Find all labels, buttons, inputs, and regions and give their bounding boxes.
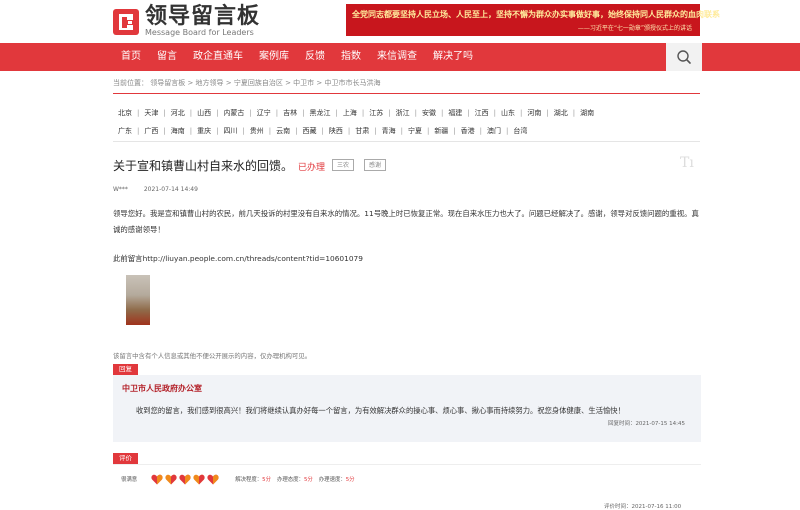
logo-icon [113,8,139,35]
tag-agriculture[interactable]: 三农 [332,159,355,171]
evaluation-time: 评价时间：2021-07-16 11:00 [604,504,682,510]
region-link[interactable]: 澳门 [482,126,506,136]
region-link[interactable]: 海南 [166,126,190,136]
heart-icon [179,474,191,484]
region-link[interactable]: 广西 [139,126,163,136]
region-divider [113,141,700,142]
post-author: W*** [113,186,128,193]
nav-item-home[interactable]: 首页 [113,43,149,71]
nav-item-feedback[interactable]: 反馈 [297,43,333,71]
banner-quote: 全党同志都要坚持人民立场、人民至上，坚持不懈为群众办实事做好事，始终保持同人民群… [352,9,720,19]
region-link[interactable]: 香港 [456,126,480,136]
rating-hearts [151,474,221,485]
heart-icon [207,474,219,484]
breadcrumb: 当前位置： 领导留言板 > 地方领导 > 宁夏回族自治区 > 中卫市 > 中卫市… [113,79,381,87]
region-link[interactable]: 吉林 [278,108,302,118]
font-size-icon[interactable]: Tı [680,155,694,171]
region-link[interactable]: 台湾 [508,126,532,136]
region-link[interactable]: 四川 [218,126,242,136]
region-link[interactable]: 黑龙江 [305,108,336,118]
heart-icon [165,474,177,484]
region-link[interactable]: 河北 [166,108,190,118]
region-link[interactable]: 湖南 [575,108,599,118]
region-link[interactable]: 陕西 [324,126,348,136]
heart-icon [151,474,163,484]
site-logo[interactable]: 领导留言板 Message Board for Leaders [113,6,260,37]
region-link[interactable]: 贵州 [245,126,269,136]
region-link[interactable]: 辽宁 [252,108,276,118]
region-link[interactable]: 北京 [113,108,137,118]
region-link[interactable]: 内蒙古 [218,108,249,118]
region-row: 北京 | 天津 | 河北 | 山西 | 内蒙古 | 辽宁 | 吉林 | 黑龙江 | 上海 | 江苏 | 浙江 | 安徽 | 福建… [113,104,700,122]
nav-item-survey[interactable]: 来信调查 [369,43,425,71]
search-button[interactable] [666,43,702,71]
nav-item-index[interactable]: 指数 [333,43,369,71]
score-solve: 解决程度：5分 [235,477,271,483]
score-speed: 办理速度：5分 [318,477,355,483]
tag-thanks[interactable]: 感谢 [364,159,387,171]
region-link[interactable]: 新疆 [429,126,453,136]
region-link[interactable]: 云南 [271,126,295,136]
evaluation-divider [113,464,701,465]
attached-photo[interactable] [126,275,150,325]
region-link[interactable]: 广东 [113,126,137,136]
region-link[interactable]: 浙江 [391,108,415,118]
post-title: 关于宣和镇曹山村自来水的回馈。 [113,159,294,173]
nav-item-cases[interactable]: 案例库 [251,43,297,71]
search-icon [677,50,691,64]
score-attitude: 办理态度：5分 [276,477,313,483]
nav-item-solved[interactable]: 解决了吗 [425,43,481,71]
region-link[interactable]: 河南 [522,108,546,118]
post-time: 2021-07-14 14:49 [143,186,198,193]
reply-box: 中卫市人民政府办公室 收到您的留言，我们感到很高兴！我们将继续认真办好每一个留言… [113,375,701,442]
region-row: 广东 | 广西 | 海南 | 重庆 | 四川 | 贵州 | 云南 | 西藏 | 陕西 | 甘肃 | 青海 | 宁夏 | 新疆 | 香… [113,122,700,140]
privacy-notice: 该留言中含有个人信息或其他不便公开展示的内容，仅办理机构可见。 [113,352,312,360]
post-body: 领导您好。我是宣和镇曹山村的农民，前几天投诉的村里没有自来水的情况。11号晚上时… [113,209,699,234]
region-selector: 北京 | 天津 | 河北 | 山西 | 内蒙古 | 辽宁 | 吉林 | 黑龙江 | 上海 | 江苏 | 浙江 | 安徽 | 福建… [113,104,700,140]
region-link[interactable]: 宁夏 [403,126,427,136]
top-header: 领导留言板 Message Board for Leaders 全党同志都要坚持… [0,0,800,44]
reply-text: 收到您的留言，我们感到很高兴！我们将继续认真办好每一个留言，为有效解决群众的操心… [136,406,625,415]
nav-item-message[interactable]: 留言 [149,43,185,71]
region-link[interactable]: 江西 [470,108,494,118]
region-link[interactable]: 重庆 [192,126,216,136]
logo-title: 领导留言板 [145,4,261,29]
evaluation-label: 评价 [113,453,138,464]
reply-label: 回复 [113,364,138,375]
status-badge: 已办理 [298,163,326,173]
region-link[interactable]: 甘肃 [350,126,374,136]
heart-icon [193,474,205,484]
banner-source: ——习近平在“七一勋章”颁授仪式上的讲话 [577,25,692,32]
slogan-banner[interactable]: 全党同志都要坚持人民立场、人民至上，坚持不懈为群众办实事做好事，始终保持同人民群… [346,4,720,36]
region-link[interactable]: 天津 [139,108,163,118]
logo-subtitle: Message Board for Leaders [145,28,254,37]
region-link[interactable]: 上海 [338,108,362,118]
nav-item-enterprise[interactable]: 政企直通车 [185,43,251,71]
red-divider [113,93,700,94]
reply-time: 回复时间：2021-07-15 14:45 [607,421,685,427]
reply-organization: 中卫市人民政府办公室 [122,383,202,393]
region-link[interactable]: 江苏 [364,108,388,118]
post-meta: W*** 2021-07-14 14:49 [113,186,212,193]
region-link[interactable]: 福建 [443,108,467,118]
main-nav: 首页 留言 政企直通车 案例库 反馈 指数 来信调查 解决了吗 [0,43,800,71]
evaluation-row: 很满意 解决程度：5分 办理态度：5分 办理速度：5分 [121,472,361,486]
region-link[interactable]: 山西 [192,108,216,118]
region-link[interactable]: 山东 [496,108,520,118]
region-link[interactable]: 青海 [377,126,401,136]
region-link[interactable]: 西藏 [298,126,322,136]
previous-message-link[interactable]: 此前留言http://liuyan.people.com.cn/threads/… [113,253,363,264]
region-link[interactable]: 安徽 [417,108,441,118]
region-link[interactable]: 湖北 [549,108,573,118]
evaluation-rating-text: 很满意 [121,477,138,483]
